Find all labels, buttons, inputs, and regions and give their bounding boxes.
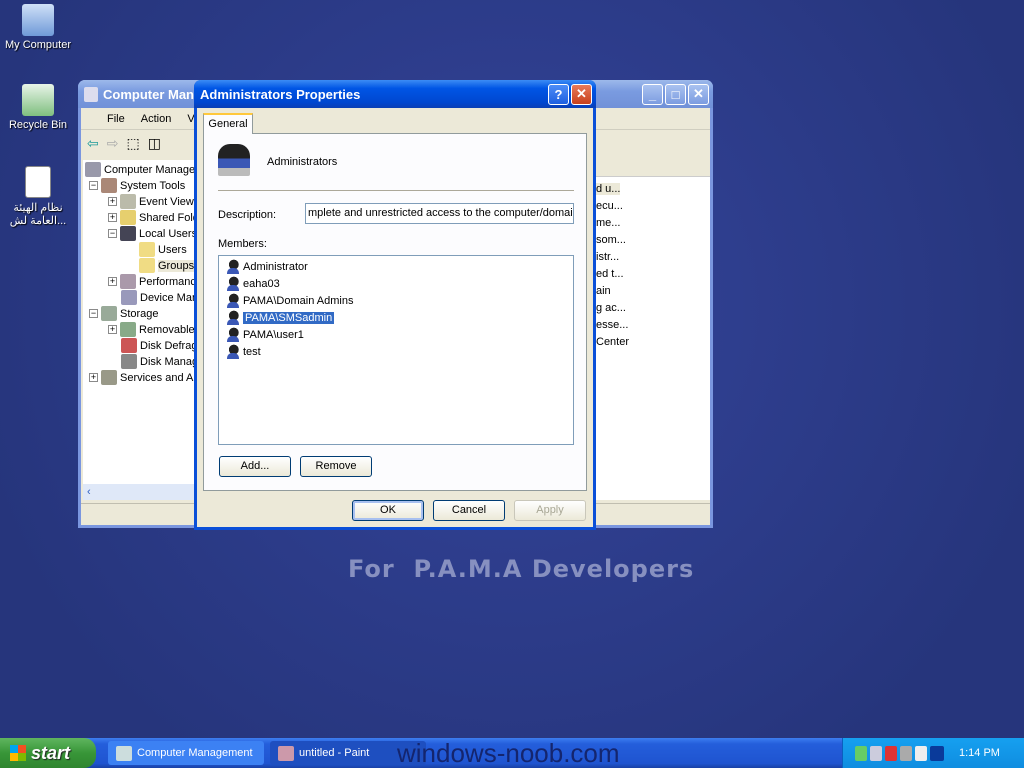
tree-item[interactable]: + Services and A <box>89 370 193 385</box>
document-icon <box>25 166 51 198</box>
media-icon[interactable] <box>930 745 944 761</box>
dialog-close-button[interactable]: ✕ <box>571 83 592 105</box>
maximize-button[interactable]: □ <box>665 83 686 105</box>
monitor-icon[interactable] <box>870 745 882 761</box>
forward-icon[interactable]: ⇨ <box>107 135 119 152</box>
tools-icon <box>101 178 117 193</box>
desktop-icon-recycle-bin[interactable]: Recycle Bin <box>0 84 76 131</box>
group-icon <box>225 293 241 309</box>
desktop-icon-my-computer[interactable]: My Computer <box>0 4 76 51</box>
list-row[interactable]: ain <box>596 285 611 297</box>
user-icon <box>225 327 241 343</box>
removable-storage-icon <box>120 322 136 337</box>
list-row[interactable]: som... <box>596 234 626 246</box>
users-icon <box>120 226 136 241</box>
list-row[interactable]: istr... <box>596 251 619 263</box>
member-item[interactable]: Administrator <box>225 259 308 275</box>
computer-management-icon <box>84 86 98 102</box>
column-header[interactable] <box>596 160 710 177</box>
member-item[interactable]: eaha03 <box>225 276 280 292</box>
members-list[interactable]: Administrator eaha03 PAMA\Domain Admins PAM… <box>218 255 574 445</box>
remove-button[interactable]: Remove <box>300 456 372 477</box>
user-icon <box>225 259 241 275</box>
defrag-icon <box>121 338 137 353</box>
paint-icon <box>278 745 294 761</box>
member-item[interactable]: PAMA\user1 <box>225 327 304 343</box>
separator <box>218 190 574 191</box>
computer-icon <box>22 4 54 36</box>
tree-item[interactable]: Disk Defrag <box>121 338 197 353</box>
show-hide-tree-icon[interactable]: ◫ <box>148 135 161 152</box>
member-item[interactable]: PAMA\SMSadmin <box>225 310 336 326</box>
menu-file[interactable]: File <box>107 113 125 125</box>
cancel-button[interactable]: Cancel <box>433 500 505 521</box>
clock: 1:14 PM <box>959 747 1000 759</box>
device-manager-icon <box>121 290 137 305</box>
members-label: Members: <box>218 238 267 250</box>
group-icon <box>218 144 250 176</box>
description-label: Description: <box>218 209 277 221</box>
performance-icon <box>120 274 136 289</box>
list-row[interactable]: me... <box>596 217 620 229</box>
recycle-bin-icon <box>22 84 54 116</box>
user-icon <box>225 310 241 326</box>
add-button[interactable]: Add... <box>219 456 291 477</box>
ok-button[interactable]: OK <box>352 500 424 521</box>
network-icon[interactable] <box>855 745 867 761</box>
back-icon[interactable]: ⇦ <box>87 135 99 152</box>
list-row[interactable]: esse... <box>596 319 628 331</box>
list-row[interactable]: Center <box>596 336 629 348</box>
member-item[interactable]: test <box>225 344 261 360</box>
tray-app-icon[interactable] <box>900 745 912 761</box>
tree-item[interactable]: + Removable <box>108 322 195 337</box>
menu-action[interactable]: Action <box>141 113 172 125</box>
user-icon <box>225 276 241 292</box>
member-item[interactable]: PAMA\Domain Admins <box>225 293 353 309</box>
horizontal-scrollbar[interactable]: ‹ <box>83 484 198 500</box>
tree-item[interactable]: Users <box>139 242 187 257</box>
close-button[interactable]: ✕ <box>688 83 709 105</box>
open-folder-icon <box>139 258 155 273</box>
tree-pane[interactable]: Computer Management − System Tools + Event… <box>83 160 229 500</box>
tab-general[interactable]: General <box>203 113 253 134</box>
tree-item[interactable]: + Performance <box>108 274 202 289</box>
task-computer-management[interactable]: Computer Management <box>108 741 264 765</box>
computer-icon <box>85 162 101 177</box>
desktop-icon-shortcut[interactable]: نظام الهيئة العامة لش... <box>0 166 76 227</box>
event-viewer-icon <box>120 194 136 209</box>
help-button[interactable]: ? <box>548 83 569 105</box>
tree-item[interactable]: − System Tools <box>89 178 185 193</box>
tree-item[interactable]: Groups <box>139 258 195 273</box>
watermark-text: windows-noob.com <box>397 738 620 768</box>
minimize-button[interactable]: _ <box>642 83 663 105</box>
folder-icon <box>139 242 155 257</box>
storage-icon <box>101 306 117 321</box>
group-name: Administrators <box>267 156 338 168</box>
services-icon <box>101 370 117 385</box>
description-input[interactable]: mplete and unrestricted access to the co… <box>305 203 574 224</box>
list-row[interactable]: ed t... <box>596 268 624 280</box>
list-row[interactable]: g ac... <box>596 302 626 314</box>
alert-icon[interactable] <box>915 745 927 761</box>
list-row[interactable]: ecu... <box>596 200 623 212</box>
taskbar: start Computer Management untitled - Pai… <box>0 738 1024 768</box>
administrators-properties-dialog[interactable]: Administrators Properties ? ✕ General Ad… <box>194 80 596 530</box>
computer-management-icon <box>116 745 132 761</box>
start-button[interactable]: start <box>0 738 96 768</box>
windows-logo-icon <box>10 745 26 761</box>
tab-panel: Administrators Description: mplete and u… <box>203 133 587 491</box>
disk-management-icon <box>121 354 137 369</box>
tree-item[interactable]: − Local Users <box>108 226 197 241</box>
antivirus-icon[interactable] <box>885 745 897 761</box>
tree-item[interactable]: − Storage <box>89 306 159 321</box>
user-icon <box>225 344 241 360</box>
apply-button[interactable]: Apply <box>514 500 586 521</box>
folder-icon <box>120 210 136 225</box>
tree-item[interactable]: + Event Viewer <box>108 194 204 209</box>
system-tray: 1:14 PM <box>842 738 1024 768</box>
wallpaper-text: For P.A.M.A Developers <box>348 555 695 583</box>
list-row[interactable]: d u... <box>596 183 621 195</box>
up-folder-icon[interactable]: ⬚ <box>126 135 139 152</box>
dialog-title-bar[interactable]: Administrators Properties ? ✕ <box>194 80 596 108</box>
